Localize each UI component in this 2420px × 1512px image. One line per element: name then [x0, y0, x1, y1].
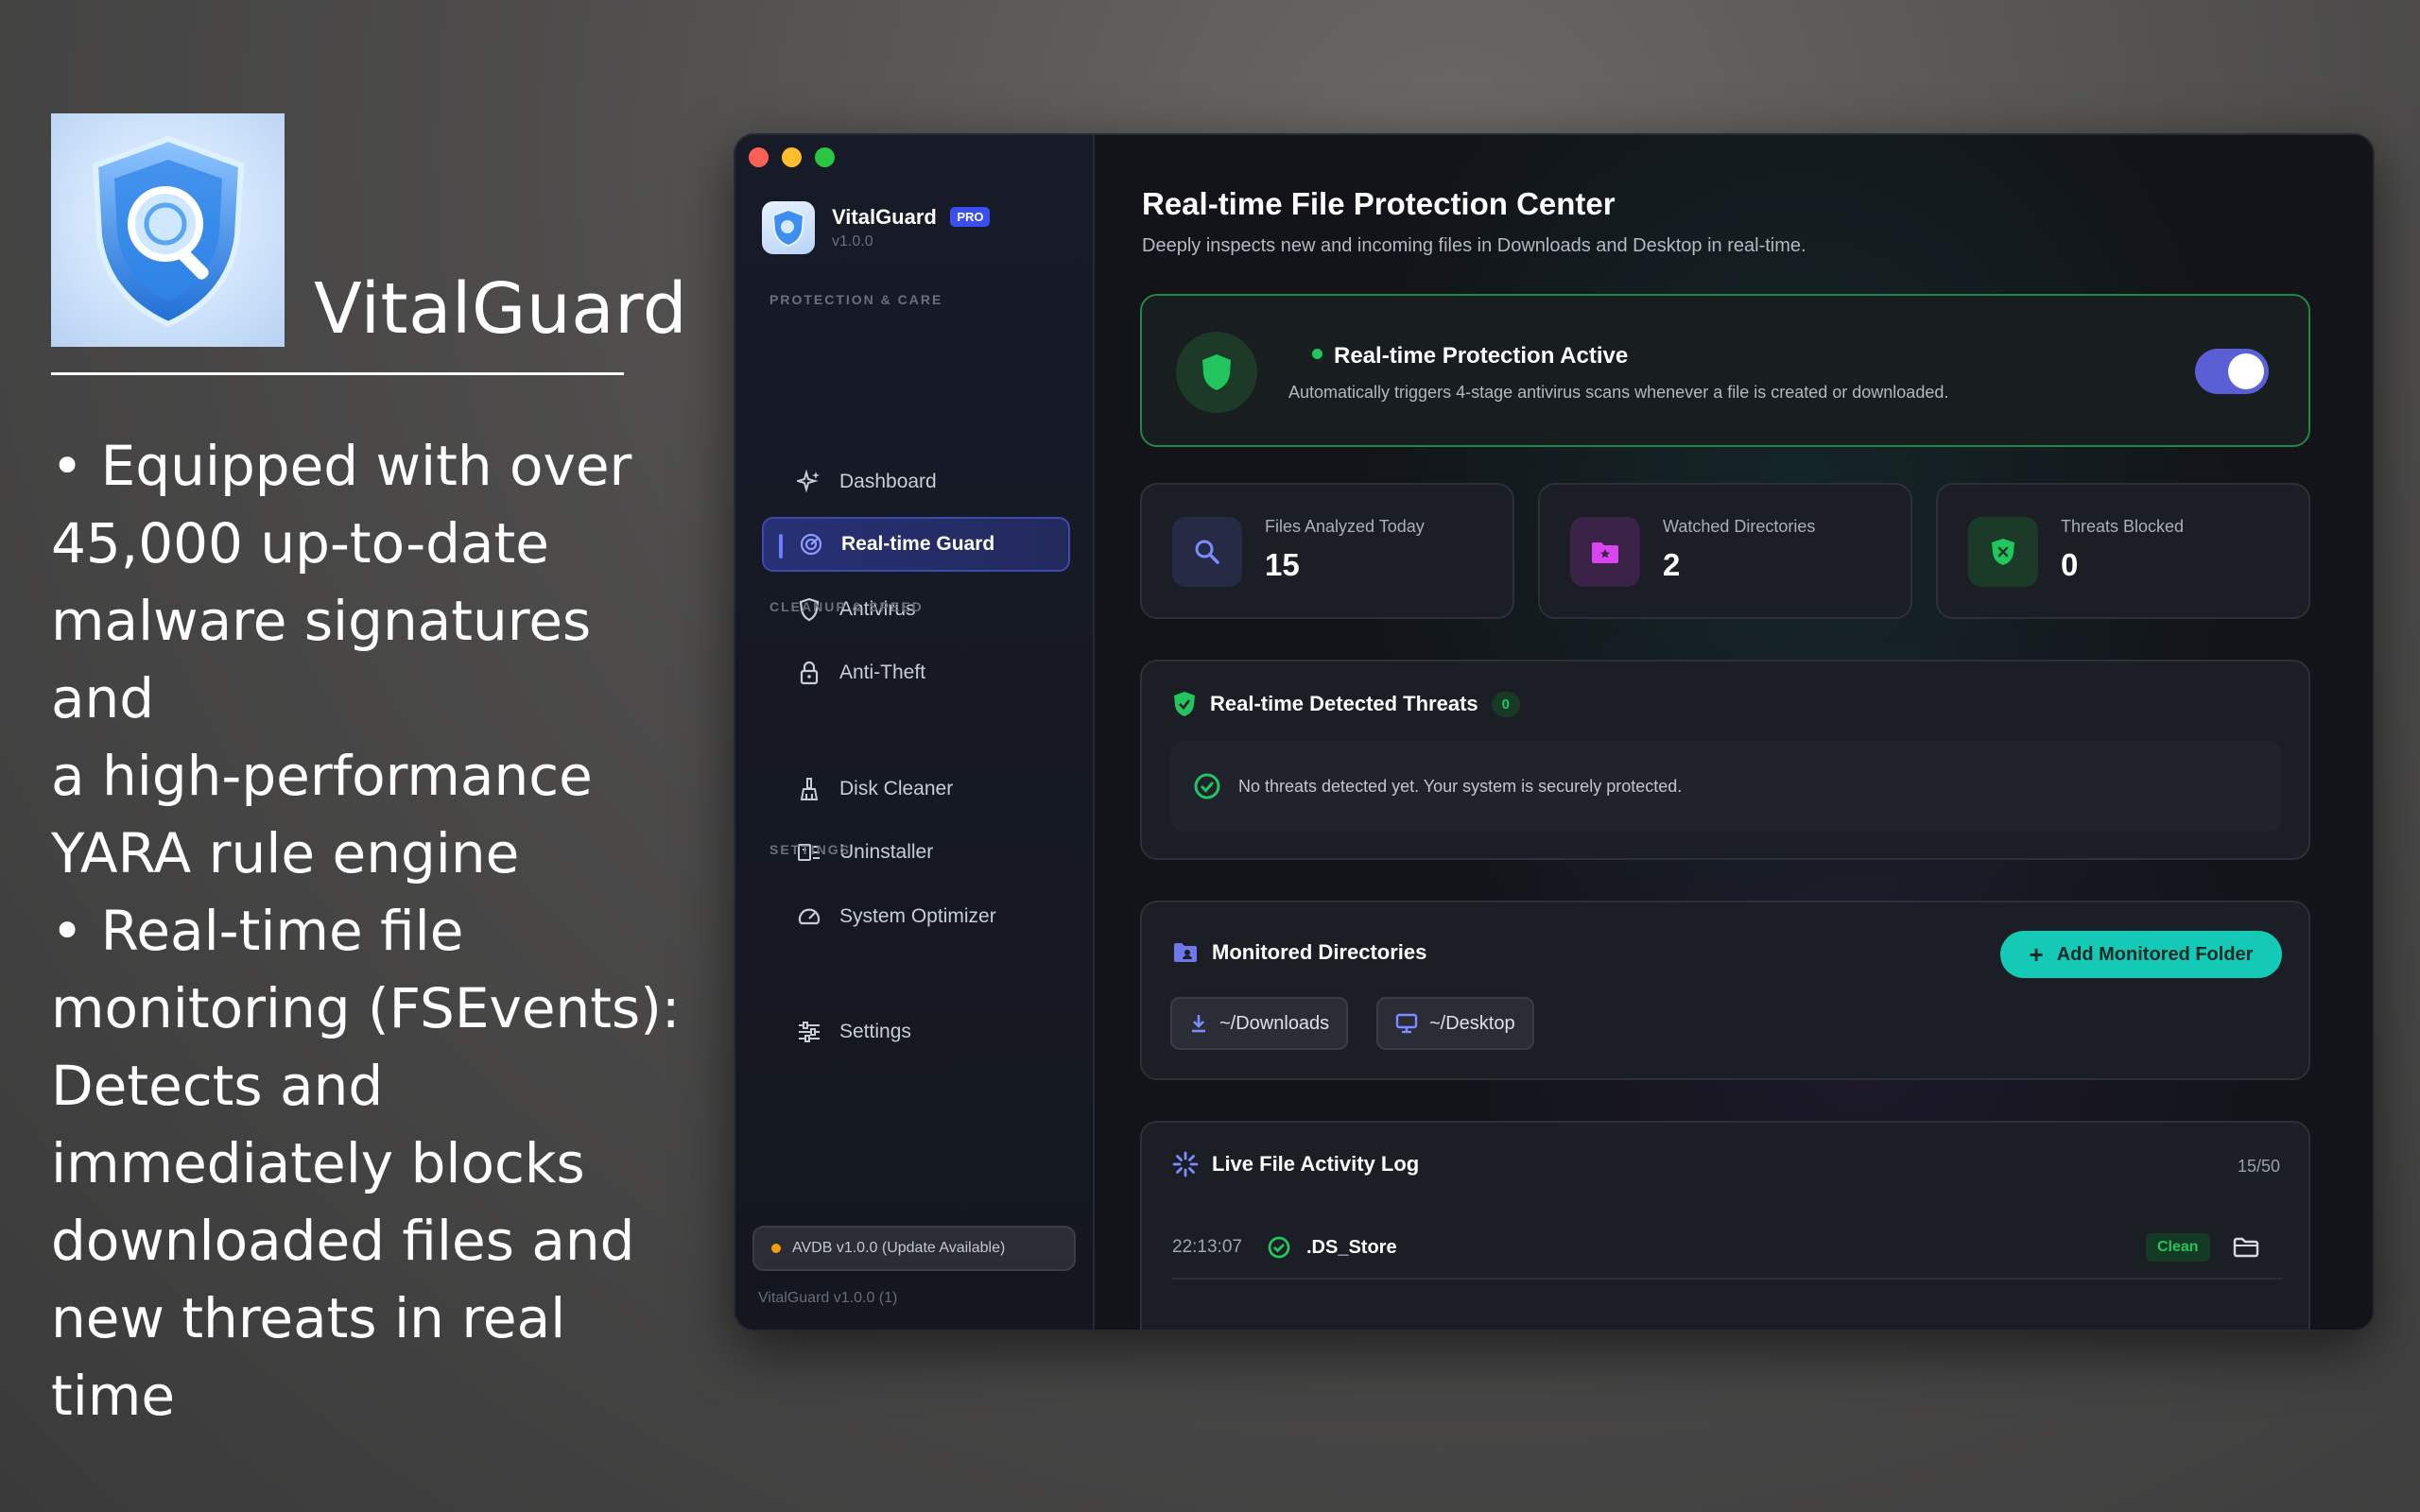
- promo-app-name: VitalGuard: [314, 268, 688, 350]
- reveal-in-folder-icon[interactable]: [2233, 1236, 2259, 1259]
- zoom-window-button[interactable]: [815, 147, 835, 167]
- monitored-directories-card: Monitored Directories + Add Monitored Fo…: [1140, 901, 2310, 1080]
- folder-user-icon: [1172, 941, 1199, 964]
- directory-path: ~/Desktop: [1429, 1012, 1515, 1034]
- sidebar-item-dashboard[interactable]: Dashboard: [762, 455, 1070, 509]
- sparkles-icon: [796, 469, 822, 495]
- shield-check-icon: [1176, 332, 1257, 413]
- status-badge: Clean: [2146, 1233, 2210, 1262]
- status-dot-icon: [1312, 349, 1322, 359]
- sidebar-item-label: Anti-Theft: [839, 662, 926, 683]
- sidebar-item-label: System Optimizer: [839, 905, 996, 927]
- realtime-protection-toggle[interactable]: [2195, 349, 2269, 394]
- window-controls: [749, 147, 835, 167]
- no-threats-message: No threats detected yet. Your system is …: [1170, 741, 2282, 832]
- avdb-update-status[interactable]: AVDB v1.0.0 (Update Available): [752, 1226, 1076, 1271]
- folder-star-icon: [1570, 517, 1640, 587]
- log-card-title: Live File Activity Log: [1212, 1152, 1420, 1176]
- brand-name: VitalGuard: [832, 205, 937, 229]
- stat-value: 2: [1663, 547, 1681, 582]
- stat-value: 0: [2061, 547, 2079, 582]
- no-threats-text: No threats detected yet. Your system is …: [1238, 776, 1683, 796]
- sidebar: VitalGuard PRO v1.0.0 PROTECTION & CARE …: [735, 135, 1095, 1330]
- download-icon: [1189, 1013, 1208, 1034]
- sidebar-item-label: Real-time Guard: [841, 533, 995, 555]
- section-label-protection: PROTECTION & CARE: [769, 292, 943, 307]
- add-monitored-folder-button[interactable]: + Add Monitored Folder: [2000, 931, 2282, 978]
- directory-chip-desktop[interactable]: ~/Desktop: [1376, 997, 1534, 1050]
- radar-icon: [798, 531, 824, 558]
- sidebar-item-label: Settings: [839, 1021, 911, 1042]
- shield-check-icon: [1172, 690, 1197, 718]
- stat-files-analyzed: Files Analyzed Today 15: [1140, 483, 1514, 619]
- update-dot-icon: [771, 1244, 781, 1253]
- directory-path: ~/Downloads: [1219, 1012, 1330, 1034]
- stat-label: Files Analyzed Today: [1265, 517, 1425, 536]
- pro-badge: PRO: [950, 207, 991, 227]
- add-folder-label: Add Monitored Folder: [2056, 943, 2254, 965]
- brand-logo-icon: [762, 201, 815, 254]
- toggle-knob: [2228, 353, 2264, 389]
- stat-label: Watched Directories: [1663, 517, 1816, 536]
- minimize-window-button[interactable]: [782, 147, 802, 167]
- section-label-settings: SETTINGS: [769, 842, 852, 857]
- sidebar-item-label: Uninstaller: [839, 841, 934, 863]
- check-circle-icon: [1267, 1235, 1291, 1260]
- promo-bullet-realtime: • Real-time file monitoring (FSEvents): …: [51, 899, 681, 1428]
- sidebar-item-label: Dashboard: [839, 471, 937, 492]
- log-file-name: .DS_Store: [1306, 1236, 1397, 1258]
- promo-divider: [51, 372, 624, 375]
- main-content: Real-time File Protection Center Deeply …: [1095, 135, 2373, 1330]
- directories-card-title: Monitored Directories: [1212, 940, 1427, 964]
- detected-threats-card: Real-time Detected Threats 0 No threats …: [1140, 660, 2310, 860]
- stat-threats-blocked: Threats Blocked 0: [1936, 483, 2310, 619]
- stat-label: Threats Blocked: [2061, 517, 2185, 536]
- log-time: 22:13:07: [1172, 1237, 1242, 1257]
- sidebar-item-settings[interactable]: Settings: [762, 1005, 1070, 1059]
- sidebar-item-label: Disk Cleaner: [839, 778, 954, 799]
- sidebar-item-anti-theft[interactable]: Anti-Theft: [762, 645, 1070, 700]
- monitor-icon: [1395, 1013, 1418, 1034]
- spinner-icon: [1172, 1151, 1199, 1177]
- broom-icon: [796, 776, 822, 802]
- search-icon: [1172, 517, 1242, 587]
- sidebar-item-realtime-guard[interactable]: Real-time Guard: [762, 517, 1070, 572]
- sidebar-item-system-optimizer[interactable]: System Optimizer: [762, 889, 1070, 944]
- protection-status-title: Real-time Protection Active: [1334, 343, 1629, 369]
- shield-x-icon: [1968, 517, 2038, 587]
- plus-icon: +: [2029, 939, 2044, 969]
- sidebar-item-disk-cleaner[interactable]: Disk Cleaner: [762, 762, 1070, 816]
- close-window-button[interactable]: [749, 147, 769, 167]
- section-label-cleanup: CLEANUP & SPEED: [769, 599, 924, 614]
- log-count: 15/50: [2237, 1157, 2280, 1176]
- realtime-protection-card: Real-time Protection Active Automaticall…: [1140, 294, 2310, 447]
- shield-magnifier-logo-icon: [92, 135, 244, 327]
- page-title: Real-time File Protection Center: [1142, 186, 1616, 221]
- live-activity-log-card: Live File Activity Log 15/50 22:13:07 .D…: [1140, 1121, 2310, 1330]
- promo-bullet-signatures: • Equipped with over 45,000 up-to-date m…: [51, 434, 632, 885]
- stat-watched-directories: Watched Directories 2: [1538, 483, 1912, 619]
- page-subtitle: Deeply inspects new and incoming files i…: [1142, 235, 1806, 256]
- app-logo: [51, 113, 285, 347]
- threat-count-badge: 0: [1491, 691, 1520, 717]
- app-window: VitalGuard PRO v1.0.0 PROTECTION & CARE …: [734, 133, 2375, 1332]
- sliders-icon: [796, 1019, 822, 1045]
- stat-value: 15: [1265, 547, 1300, 582]
- brand-version: v1.0.0: [832, 233, 873, 249]
- check-circle-icon: [1193, 772, 1221, 800]
- directory-chip-downloads[interactable]: ~/Downloads: [1170, 997, 1349, 1050]
- protection-description: Automatically triggers 4-stage antivirus…: [1288, 383, 1949, 402]
- lock-icon: [796, 660, 822, 686]
- brand: VitalGuard PRO v1.0.0: [762, 201, 991, 254]
- avdb-status-label: AVDB v1.0.0 (Update Available): [792, 1240, 1006, 1256]
- table-row[interactable]: 22:13:07 .DS_Store Clean: [1172, 1217, 2282, 1280]
- app-version-footer: VitalGuard v1.0.0 (1): [758, 1290, 898, 1306]
- gauge-icon: [796, 903, 822, 930]
- threats-card-title: Real-time Detected Threats: [1210, 692, 1478, 715]
